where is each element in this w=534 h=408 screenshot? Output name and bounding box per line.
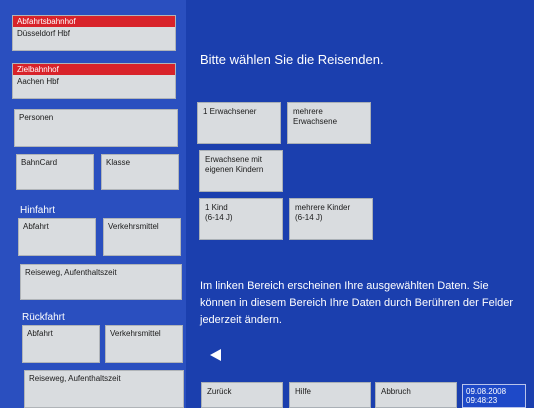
date-time-display: 09.08.2008 09:48:23 <box>462 384 526 408</box>
destination-station-value: Aachen Hbf <box>17 77 59 86</box>
help-button[interactable]: Hilfe <box>289 382 371 408</box>
persons-field[interactable]: Personen <box>14 109 178 147</box>
outbound-transport-label: Verkehrsmittel <box>108 222 159 231</box>
departure-station-value: Düsseldorf Hbf <box>17 29 70 38</box>
outbound-transport-field[interactable]: Verkehrsmittel <box>103 218 181 256</box>
bahncard-field[interactable]: BahnCard <box>16 154 94 190</box>
class-field[interactable]: Klasse <box>101 154 179 190</box>
departure-station-label: Abfahrtsbahnhof <box>13 16 175 27</box>
several-children-button[interactable]: mehrere Kinder (6-14 J) <box>289 198 373 240</box>
outbound-route-label: Reiseweg, Aufenthaltszeit <box>25 268 117 277</box>
return-route-label: Reiseweg, Aufenthaltszeit <box>29 374 121 383</box>
outbound-route-field[interactable]: Reiseweg, Aufenthaltszeit <box>20 264 182 300</box>
bahncard-label: BahnCard <box>21 158 58 167</box>
one-adult-button[interactable]: 1 Erwachsener <box>197 102 281 144</box>
date-text: 09.08.2008 <box>466 387 507 396</box>
return-transport-label: Verkehrsmittel <box>110 329 161 338</box>
several-adults-label-line1: mehrere <box>293 107 323 116</box>
one-adult-label-line1: 1 Erwachsener <box>203 107 257 116</box>
back-arrow-icon[interactable] <box>210 349 221 361</box>
page-title: Bitte wählen Sie die Reisenden. <box>200 52 384 67</box>
several-children-label-line2: (6-14 J) <box>295 213 323 222</box>
cancel-button[interactable]: Abbruch <box>375 382 457 408</box>
help-label: Hilfe <box>295 387 312 396</box>
persons-label: Personen <box>19 113 54 122</box>
outbound-departure-label: Abfahrt <box>23 222 49 231</box>
adults-with-children-button[interactable]: Erwachsene mit eigenen Kindern <box>199 150 283 192</box>
info-text: Im linken Bereich erscheinen Ihre ausgew… <box>200 280 514 326</box>
return-route-field[interactable]: Reiseweg, Aufenthaltszeit <box>24 370 184 408</box>
several-adults-button[interactable]: mehrere Erwachsene <box>287 102 371 144</box>
adults-with-children-label-line2: eigenen Kindern <box>205 165 264 174</box>
several-children-label-line1: mehrere Kinder <box>295 203 351 212</box>
back-button[interactable]: Zurück <box>201 382 283 408</box>
back-label: Zurück <box>207 387 232 396</box>
return-departure-label: Abfahrt <box>27 329 53 338</box>
one-child-label-line2: (6-14 J) <box>205 213 233 222</box>
adults-with-children-label-line1: Erwachsene mit <box>205 155 262 164</box>
destination-station-label: Zielbahnhof <box>13 64 175 75</box>
one-child-label-line1: 1 Kind <box>205 203 228 212</box>
one-child-button[interactable]: 1 Kind (6-14 J) <box>199 198 283 240</box>
time-text: 09:48:23 <box>466 396 498 405</box>
cancel-label: Abbruch <box>381 387 411 396</box>
return-title: Rückfahrt <box>22 312 65 323</box>
return-departure-field[interactable]: Abfahrt <box>22 325 100 363</box>
return-transport-field[interactable]: Verkehrsmittel <box>105 325 183 363</box>
several-adults-label-line2: Erwachsene <box>293 117 338 126</box>
destination-station-field[interactable]: Zielbahnhof Aachen Hbf <box>12 63 176 99</box>
sidebar: Abfahrtsbahnhof Düsseldorf Hbf Zielbahnh… <box>0 0 186 408</box>
outbound-title: Hinfahrt <box>20 205 56 216</box>
class-label: Klasse <box>106 158 131 167</box>
outbound-departure-field[interactable]: Abfahrt <box>18 218 96 256</box>
departure-station-field[interactable]: Abfahrtsbahnhof Düsseldorf Hbf <box>12 15 176 51</box>
